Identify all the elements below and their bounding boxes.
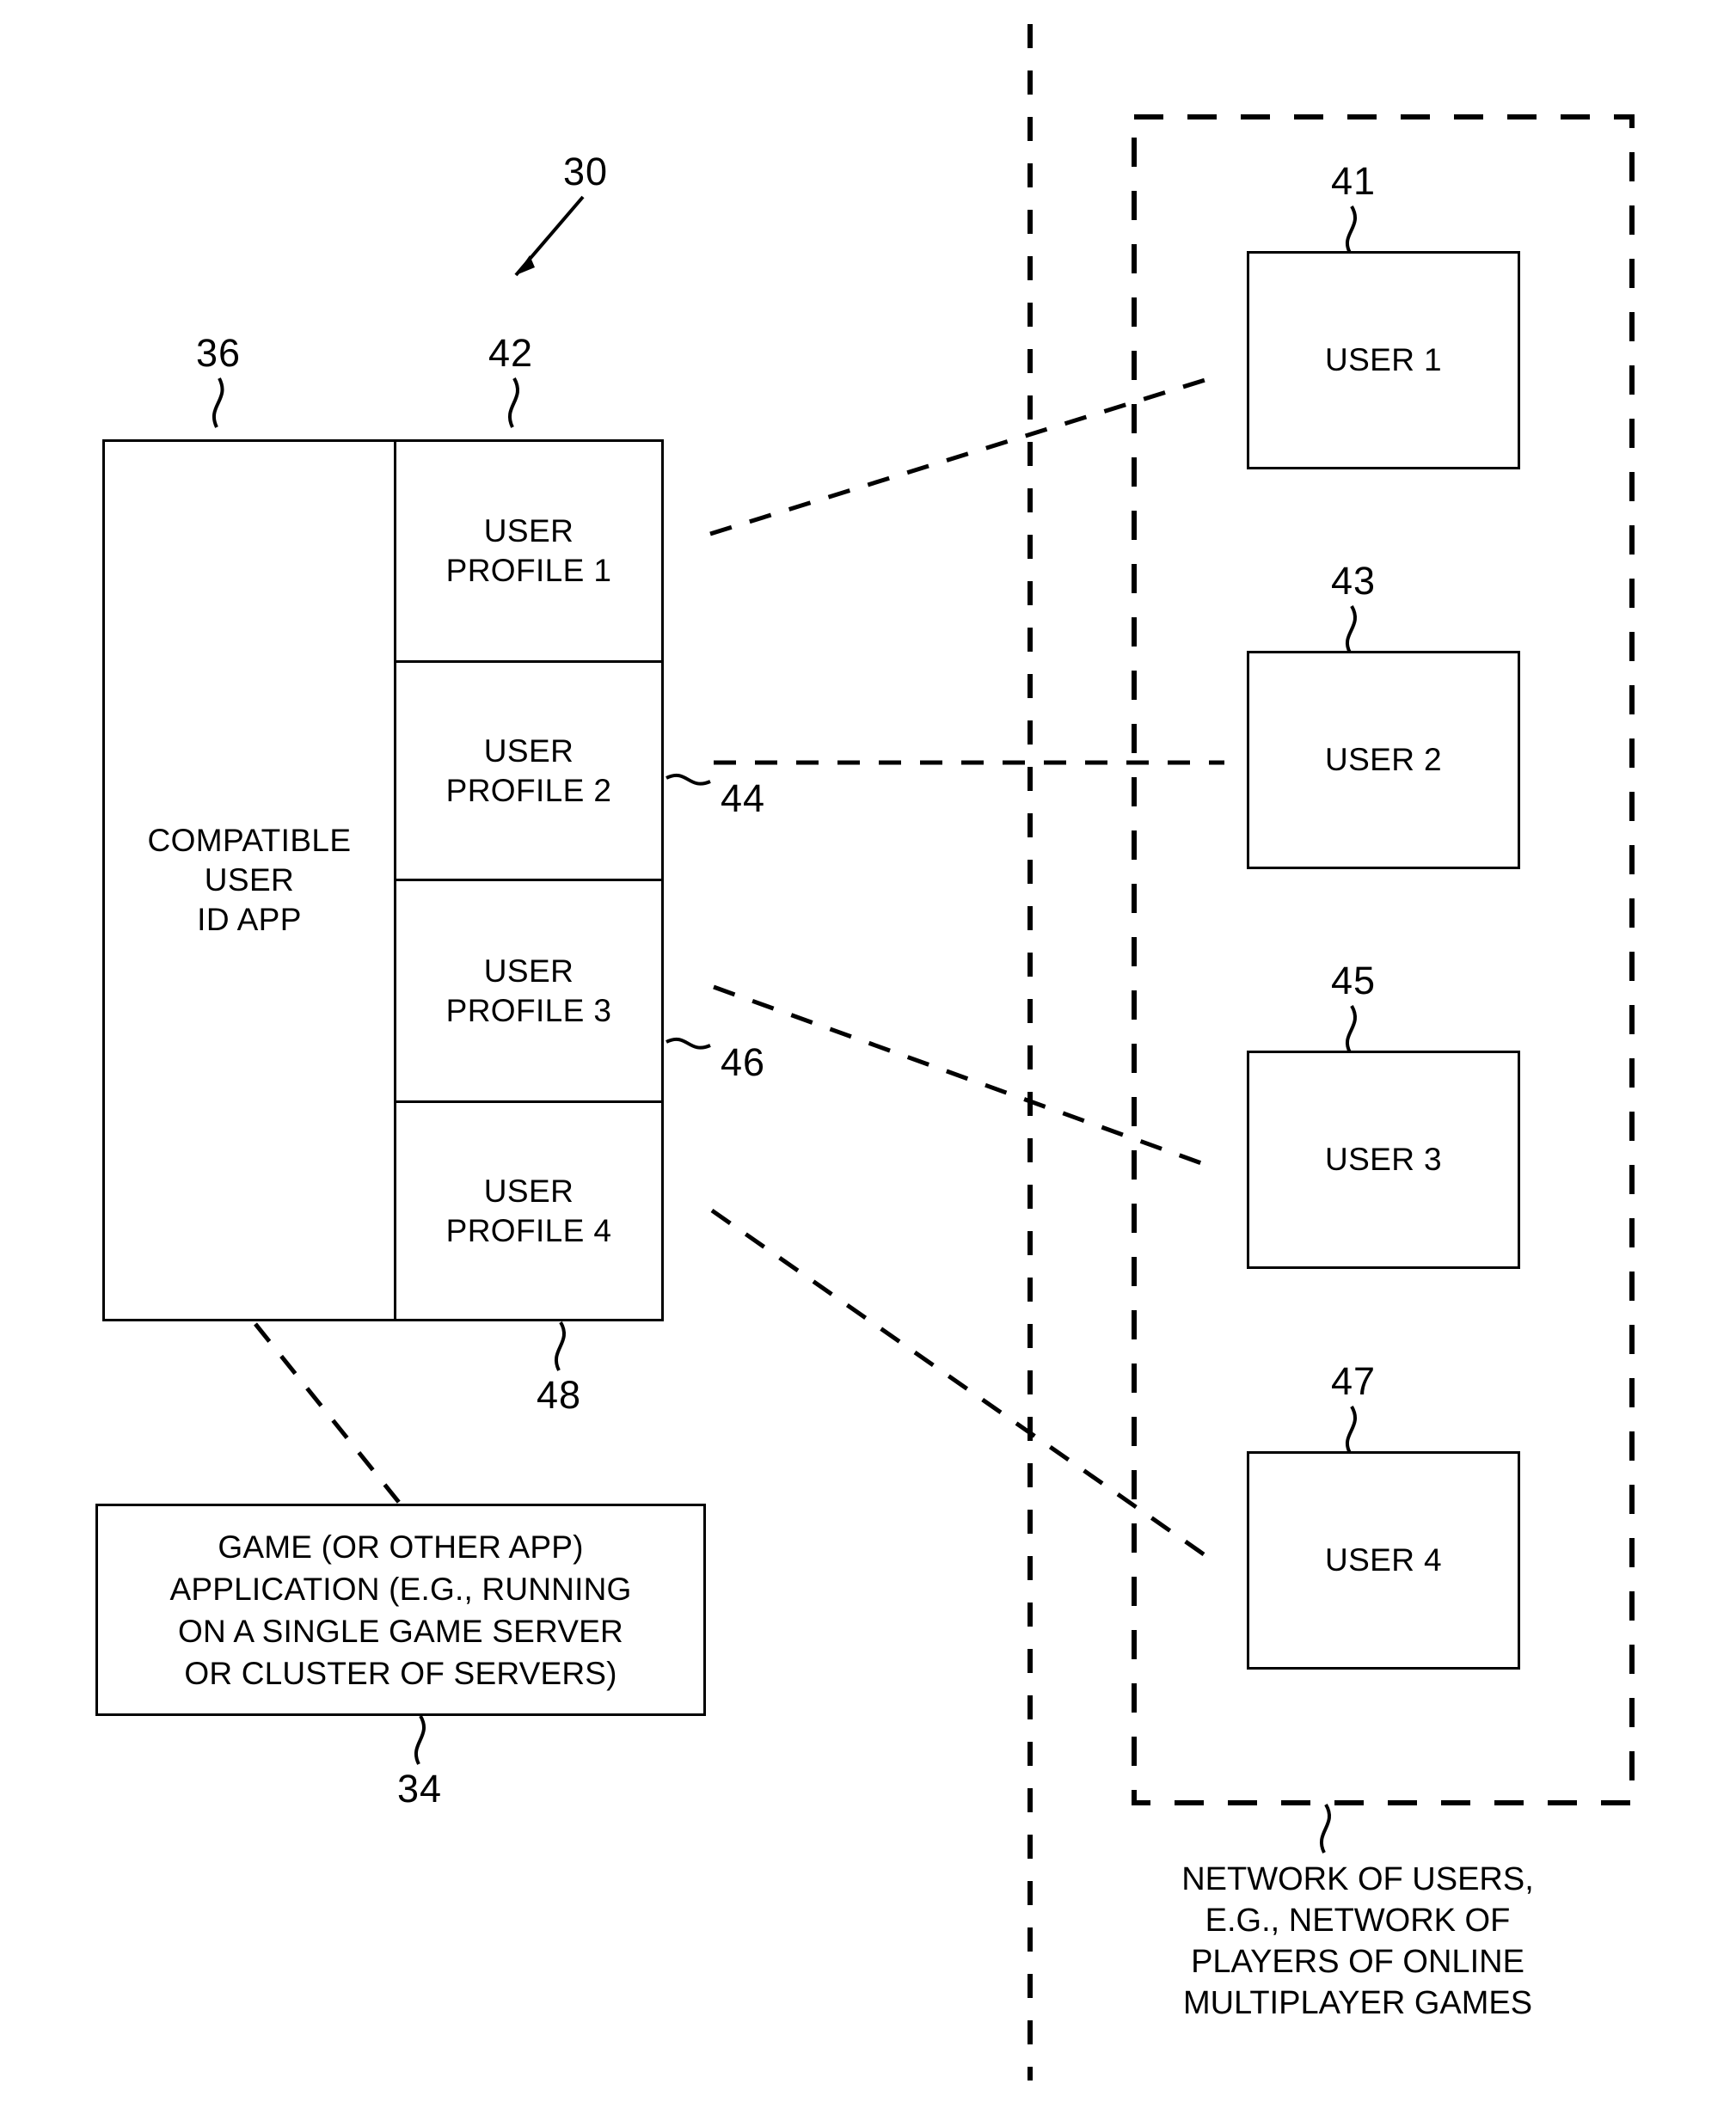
user-2-label: USER 2	[1324, 742, 1443, 777]
user-profile-4-cell[interactable]: USER PROFILE 4	[396, 1103, 661, 1319]
leader-42	[507, 377, 520, 428]
user-profile-2-label: USER PROFILE 2	[445, 732, 612, 808]
user-4-box[interactable]: USER 4	[1247, 1451, 1520, 1670]
game-application-box[interactable]: GAME (OR OTHER APP) APPLICATION (E.G., R…	[95, 1504, 706, 1716]
ref-numeral-41: 41	[1331, 159, 1377, 203]
leader-network-caption	[1319, 1803, 1332, 1854]
user-1-label: USER 1	[1324, 342, 1443, 377]
user-profile-2-cell[interactable]: USER PROFILE 2	[396, 663, 661, 879]
leader-43	[1345, 604, 1358, 653]
leader-46	[666, 1037, 711, 1050]
ref-numeral-46: 46	[721, 1040, 766, 1084]
user-3-label: USER 3	[1324, 1142, 1443, 1177]
user-profile-1-label: USER PROFILE 1	[445, 513, 612, 588]
user-1-box[interactable]: USER 1	[1247, 251, 1520, 469]
user-profile-3-label: USER PROFILE 3	[445, 953, 612, 1028]
leader-34	[414, 1714, 426, 1765]
leader-36	[212, 377, 224, 428]
user-profile-1-cell[interactable]: USER PROFILE 1	[396, 442, 661, 660]
ref-numeral-34: 34	[397, 1767, 443, 1811]
connector-app-game	[254, 1322, 402, 1506]
compatible-user-id-app-cell[interactable]: COMPATIBLE USER ID APP	[105, 442, 394, 1319]
game-application-label: GAME (OR OTHER APP) APPLICATION (E.G., R…	[169, 1529, 632, 1691]
ref-numeral-47: 47	[1331, 1359, 1377, 1403]
ref-numeral-36: 36	[196, 331, 242, 375]
compatible-user-id-app-label: COMPATIBLE USER ID APP	[147, 823, 352, 937]
leader-48	[554, 1321, 567, 1371]
user-4-label: USER 4	[1324, 1542, 1443, 1578]
user-2-box[interactable]: USER 2	[1247, 651, 1520, 869]
leader-47	[1345, 1405, 1358, 1454]
ref-numeral-45: 45	[1331, 959, 1377, 1002]
figure-ref-arrow	[514, 195, 585, 277]
user-3-box[interactable]: USER 3	[1247, 1051, 1520, 1269]
ref-numeral-42: 42	[488, 331, 534, 375]
ref-numeral-44: 44	[721, 776, 766, 820]
user-profile-3-cell[interactable]: USER PROFILE 3	[396, 881, 661, 1100]
connector-profile3-user3	[713, 984, 1205, 1167]
patent-figure: COMPATIBLE USER ID APP USER PROFILE 1 US…	[0, 0, 1736, 2102]
connector-profile1-user1	[709, 376, 1212, 536]
leader-41	[1345, 205, 1358, 254]
ref-numeral-48: 48	[537, 1373, 582, 1417]
network-caption: NETWORK OF USERS, E.G., NETWORK OF PLAYE…	[1181, 1861, 1534, 2021]
ref-numeral-30: 30	[563, 150, 609, 193]
leader-45	[1345, 1004, 1358, 1053]
connector-profile4-user4	[710, 1208, 1205, 1557]
user-profile-4-label: USER PROFILE 4	[445, 1173, 612, 1248]
leader-44	[666, 773, 711, 786]
ref-numeral-43: 43	[1331, 559, 1377, 603]
